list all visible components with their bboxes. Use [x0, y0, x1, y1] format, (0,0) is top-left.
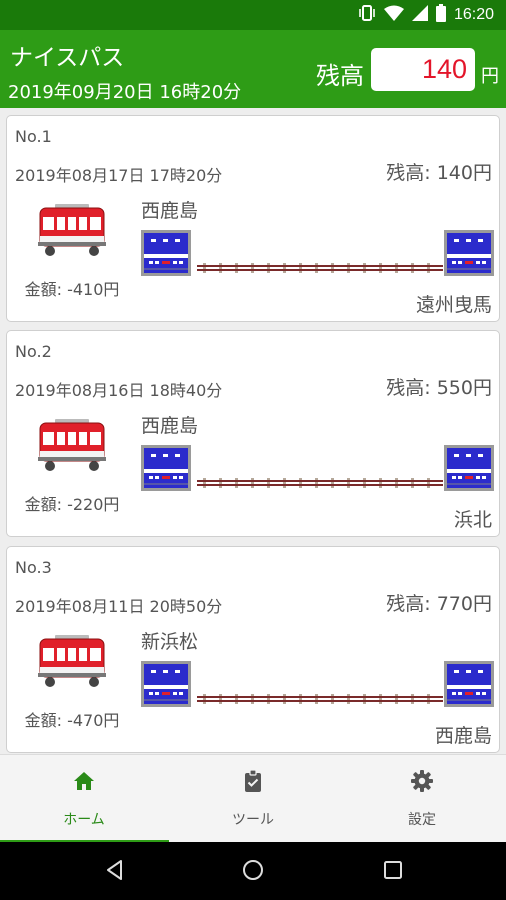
- vibrate-icon: [358, 4, 376, 26]
- card-balance: 残高: 140円: [386, 162, 492, 184]
- train-icon: [37, 419, 107, 473]
- departure-station: 西鹿島: [141, 200, 199, 222]
- station-sign-icon: [444, 445, 494, 491]
- station-sign-icon: [141, 230, 191, 276]
- signal-icon: [411, 5, 428, 25]
- card-amount: 金額: -410円: [24, 280, 120, 299]
- station-sign-icon: [141, 445, 191, 491]
- card-datetime: 2019年08月17日 17時20分: [15, 166, 223, 185]
- balance-unit: 円: [481, 66, 499, 87]
- card-amount: 金額: -470円: [24, 711, 120, 730]
- card-number: No.3: [15, 558, 52, 577]
- card-balance: 残高: 550円: [386, 377, 492, 399]
- station-sign-icon: [141, 661, 191, 707]
- history-card[interactable]: No.1 2019年08月17日 17時20分 残高: 140円 金額: -41…: [6, 115, 500, 322]
- card-number: No.1: [15, 127, 52, 146]
- history-card[interactable]: No.2 2019年08月16日 18時40分 残高: 550円 金額: -22…: [6, 330, 500, 537]
- card-datetime: 2019年08月11日 20時50分: [15, 597, 223, 616]
- back-icon[interactable]: [104, 859, 126, 881]
- balance-label: 残高: [316, 62, 364, 90]
- nav-tools-label: ツール: [232, 812, 274, 828]
- departure-station: 西鹿島: [141, 415, 199, 437]
- departure-station: 新浜松: [141, 631, 199, 653]
- clock: 16:20: [453, 6, 494, 23]
- home-circle-icon[interactable]: [242, 859, 264, 881]
- history-list[interactable]: No.1 2019年08月17日 17時20分 残高: 140円 金額: -41…: [0, 108, 506, 754]
- gear-icon: [411, 770, 433, 792]
- card-amount: 金額: -220円: [24, 495, 120, 514]
- card-number: No.2: [15, 342, 52, 361]
- wifi-icon: [383, 5, 404, 25]
- arrival-station: 遠州曳馬: [415, 294, 492, 316]
- current-datetime: 2019年09月20日 16時20分: [8, 82, 242, 103]
- rail-track-icon: [197, 263, 443, 273]
- arrival-station: 浜北: [453, 509, 492, 531]
- rail-track-icon: [197, 478, 443, 488]
- home-icon: [74, 772, 94, 790]
- balance-value: 140: [371, 48, 475, 91]
- station-sign-icon: [444, 661, 494, 707]
- status-bar: 16:20: [0, 0, 506, 30]
- system-navigation-bar: [0, 842, 506, 900]
- card-balance: 残高: 770円: [386, 593, 492, 615]
- app-bar: ナイスパス 2019年09月20日 16時20分 残高 140 円: [0, 30, 506, 108]
- rail-track-icon: [197, 694, 443, 704]
- battery-icon: [435, 4, 446, 26]
- history-card[interactable]: No.3 2019年08月11日 20時50分 残高: 770円 金額: -47…: [6, 546, 500, 753]
- train-icon: [37, 635, 107, 689]
- arrival-station: 西鹿島: [434, 725, 492, 747]
- card-datetime: 2019年08月16日 18時40分: [15, 381, 223, 400]
- train-icon: [37, 204, 107, 258]
- station-sign-icon: [444, 230, 494, 276]
- nav-home-label: ホーム: [63, 812, 105, 828]
- recents-icon[interactable]: [382, 859, 404, 881]
- clipboard-check-icon: [245, 769, 261, 792]
- nav-settings[interactable]: 設定: [338, 755, 506, 843]
- app-title: ナイスパス: [10, 45, 125, 71]
- nav-settings-label: 設定: [408, 812, 436, 828]
- bottom-navigation: ホーム ツール 設定: [0, 754, 506, 843]
- nav-tools[interactable]: ツール: [169, 755, 337, 843]
- nav-home[interactable]: ホーム: [0, 755, 169, 843]
